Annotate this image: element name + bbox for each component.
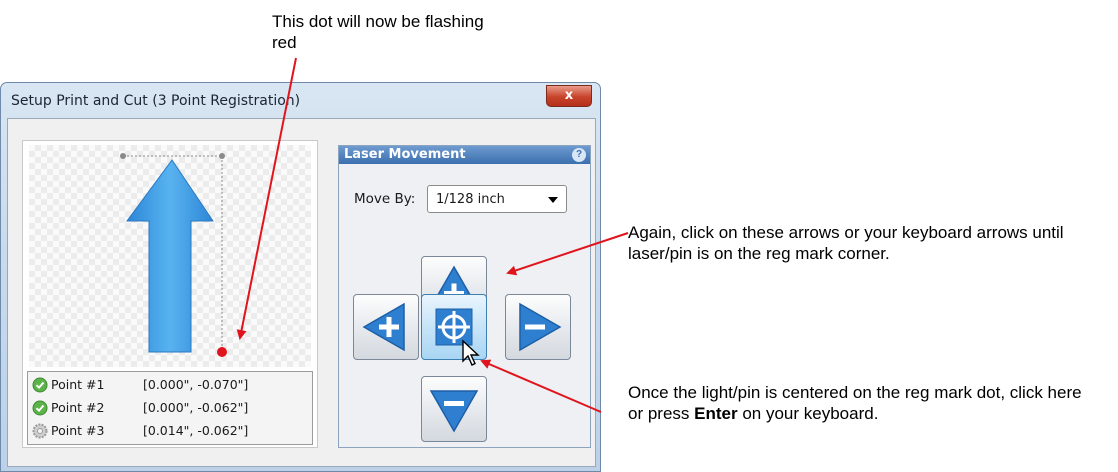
point-value: [0.000", -0.070"]: [143, 377, 249, 392]
right-minus-icon: [519, 302, 562, 352]
move-by-value: 1/128 inch: [436, 192, 505, 207]
check-icon: [32, 400, 48, 416]
point-label: Point #1: [51, 377, 105, 392]
preview-canvas: [29, 145, 311, 367]
point-value: [0.014", -0.062"]: [143, 423, 249, 438]
annotation-enter-key: Enter: [694, 404, 738, 423]
gear-icon: [32, 423, 48, 439]
up-arrow-graphic: [126, 159, 214, 353]
left-plus-icon: [362, 302, 405, 352]
points-list: Point #1 [0.000", -0.070"] Point #2 [0.0…: [27, 371, 313, 445]
close-button[interactable]: x: [546, 85, 592, 107]
annotation-flashing-dot: This dot will now be flashing red: [272, 12, 484, 52]
annotation-enter-tail: on your keyboard.: [737, 404, 879, 423]
move-left-button[interactable]: [353, 294, 419, 360]
annotation-arrows: Again, click on these arrows or your key…: [628, 223, 1064, 263]
reg-corner-dot-left: [120, 153, 126, 159]
move-down-button[interactable]: [421, 376, 487, 442]
move-by-select[interactable]: 1/128 inch: [427, 185, 567, 213]
laser-panel-title: Laser Movement: [344, 147, 466, 162]
move-by-label: Move By:: [354, 191, 416, 207]
point-label: Point #3: [51, 423, 105, 438]
mouse-cursor-icon: [462, 339, 480, 366]
reg-corner-dot-right: [219, 153, 225, 159]
chevron-down-icon: [548, 197, 558, 203]
check-icon: [32, 377, 48, 393]
flashing-reg-dot: [217, 347, 227, 357]
registration-preview: Point #1 [0.000", -0.070"] Point #2 [0.0…: [22, 140, 318, 448]
help-icon[interactable]: ?: [572, 148, 586, 162]
down-minus-icon: [429, 390, 479, 433]
annotation-enter: Once the light/pin is centered on the re…: [628, 382, 1098, 424]
move-right-button[interactable]: [505, 294, 571, 360]
point-value: [0.000", -0.062"]: [143, 400, 249, 415]
window-title: Setup Print and Cut (3 Point Registratio…: [11, 93, 301, 109]
laser-panel-header: Laser Movement ?: [339, 146, 590, 164]
preview-graphic: [120, 153, 227, 357]
point-label: Point #2: [51, 400, 105, 415]
